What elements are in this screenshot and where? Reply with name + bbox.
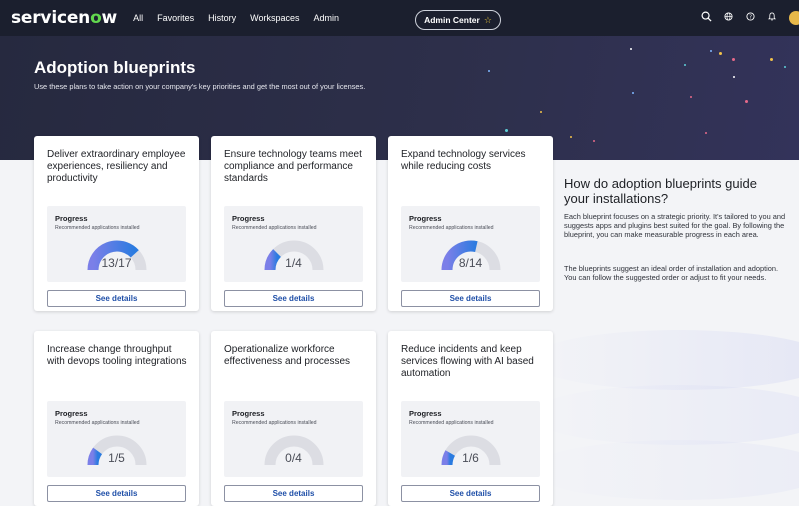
see-details-button[interactable]: See details (47, 485, 186, 502)
progress-sub-label: Recommended applications installed (409, 420, 494, 426)
see-details-button[interactable]: See details (224, 485, 363, 502)
decor-dot (488, 70, 490, 72)
servicenow-logo[interactable]: servicenow (11, 8, 117, 28)
nav-history[interactable]: History (208, 13, 236, 23)
nav-favorites[interactable]: Favorites (157, 13, 194, 23)
progress-value: 1/6 (462, 451, 479, 465)
progress-sub-label: Recommended applications installed (55, 420, 140, 426)
bell-icon[interactable] (761, 12, 783, 24)
see-details-button[interactable]: See details (401, 290, 540, 307)
decor-wave (529, 440, 799, 500)
admin-center-label: Admin Center (424, 15, 480, 25)
page-subtitle: Use these plans to take action on your c… (34, 82, 366, 91)
nav-all[interactable]: All (133, 13, 143, 23)
progress-label: Progress (55, 409, 88, 418)
progress-sub-label: Recommended applications installed (409, 225, 494, 231)
decor-dot (630, 48, 632, 50)
progress-box: Progress Recommended applications instal… (47, 206, 186, 282)
decor-dot (710, 50, 712, 52)
globe-icon[interactable] (717, 12, 739, 24)
progress-label: Progress (232, 214, 265, 223)
star-icon[interactable]: ☆ (484, 15, 492, 26)
decor-dot (540, 111, 542, 113)
progress-value: 13/17 (101, 256, 132, 270)
progress-value: 1/5 (108, 451, 125, 465)
blueprint-card: Deliver extraordinary employee experienc… (34, 136, 199, 311)
svg-text:?: ? (749, 14, 752, 20)
decor-dot (684, 64, 686, 66)
admin-center-pill[interactable]: Admin Center ☆ (415, 10, 501, 30)
card-title: Reduce incidents and keep services flowi… (401, 344, 534, 379)
progress-value: 0/4 (285, 451, 302, 465)
blueprint-card: Increase change throughput with devops t… (34, 331, 199, 506)
progress-value: 8/14 (458, 256, 483, 270)
nav-admin[interactable]: Admin (313, 13, 339, 23)
blueprint-card: Reduce incidents and keep services flowi… (388, 331, 553, 506)
see-details-button[interactable]: See details (224, 290, 363, 307)
decor-dot (505, 129, 508, 132)
progress-box: Progress Recommended applications instal… (401, 401, 540, 477)
card-title: Expand technology services while reducin… (401, 149, 526, 172)
card-title: Increase change throughput with devops t… (47, 344, 187, 367)
card-title: Operationalize workforce effectiveness a… (224, 344, 351, 367)
blueprint-card: Expand technology services while reducin… (388, 136, 553, 311)
decor-dot (745, 100, 748, 103)
card-title: Deliver extraordinary employee experienc… (47, 149, 186, 184)
blueprint-card: Ensure technology teams meet compliance … (211, 136, 376, 311)
decor-dot (732, 58, 735, 61)
decor-dot (719, 52, 722, 55)
side-panel-paragraph-1: Each blueprint focuses on a strategic pr… (564, 212, 786, 240)
card-title: Ensure technology teams meet compliance … (224, 149, 362, 184)
avatar[interactable] (789, 11, 799, 25)
progress-label: Progress (409, 214, 442, 223)
decor-wave (529, 385, 799, 445)
progress-sub-label: Recommended applications installed (232, 225, 317, 231)
decor-dot (770, 58, 773, 61)
side-panel-paragraph-2: The blueprints suggest an ideal order of… (564, 264, 779, 283)
progress-box: Progress Recommended applications instal… (47, 401, 186, 477)
page-title: Adoption blueprints (34, 58, 196, 77)
progress-sub-label: Recommended applications installed (55, 225, 140, 231)
progress-value: 1/4 (285, 256, 302, 270)
nav-workspaces[interactable]: Workspaces (250, 13, 299, 23)
see-details-button[interactable]: See details (401, 485, 540, 502)
blueprint-card: Operationalize workforce effectiveness a… (211, 331, 376, 506)
progress-box: Progress Recommended applications instal… (224, 206, 363, 282)
progress-box: Progress Recommended applications instal… (401, 206, 540, 282)
progress-sub-label: Recommended applications installed (232, 420, 317, 426)
decor-wave (529, 330, 799, 390)
top-nav: servicenow All Favorites History Workspa… (0, 0, 799, 36)
side-panel-title: How do adoption blueprints guide your in… (564, 176, 757, 206)
progress-label: Progress (232, 409, 265, 418)
help-icon[interactable]: ? (739, 12, 761, 24)
decor-dot (632, 92, 634, 94)
progress-box: Progress Recommended applications instal… (224, 401, 363, 477)
decor-dot (593, 140, 595, 142)
progress-label: Progress (55, 214, 88, 223)
decor-dot (705, 132, 707, 134)
search-icon[interactable] (695, 11, 717, 25)
decor-dot (570, 136, 572, 138)
decor-dot (690, 96, 692, 98)
decor-dot (784, 66, 786, 68)
progress-label: Progress (409, 409, 442, 418)
decor-dot (733, 76, 735, 78)
see-details-button[interactable]: See details (47, 290, 186, 307)
